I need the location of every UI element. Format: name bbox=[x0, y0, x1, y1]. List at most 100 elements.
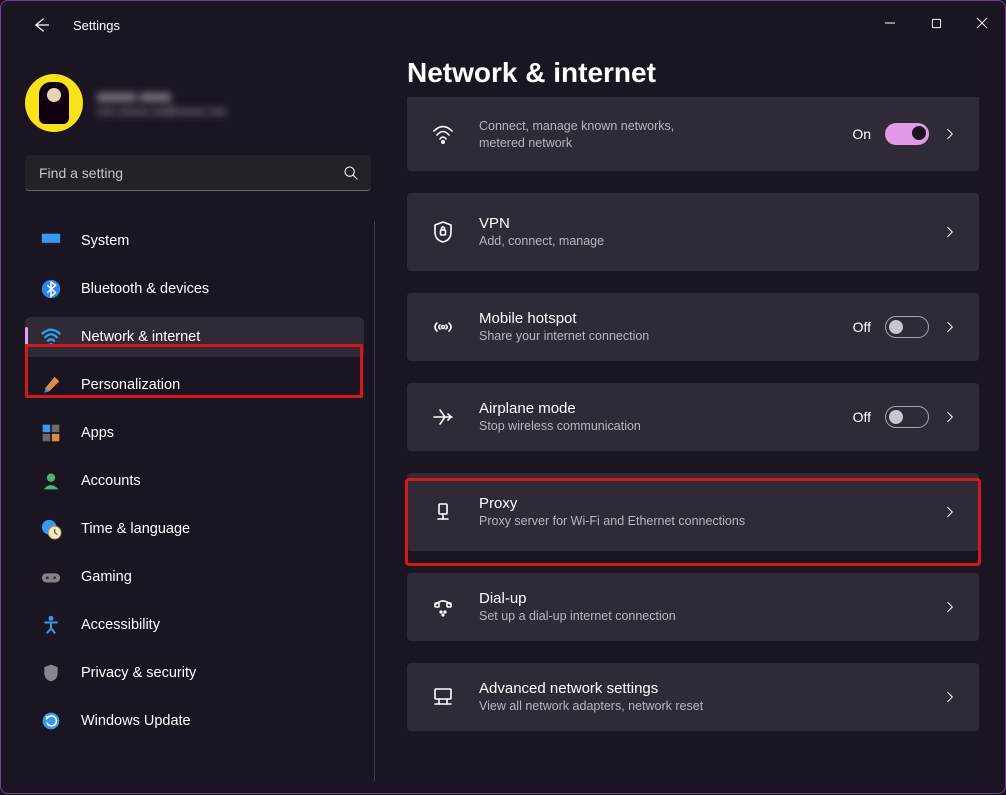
card-advanced-network[interactable]: Advanced network settings View all netwo… bbox=[407, 663, 979, 731]
left-pane: xxxxx xxxx xxx.xxxxx.xx@xxxxx.xxx System… bbox=[1, 61, 389, 795]
shield-lock-icon bbox=[427, 220, 459, 244]
card-sub: View all network adapters, network reset bbox=[479, 698, 939, 715]
chevron-right-icon bbox=[939, 690, 961, 704]
close-button[interactable] bbox=[959, 1, 1005, 45]
toggle-zone: Off bbox=[853, 406, 929, 428]
sidebar-item-accounts[interactable]: Accounts bbox=[25, 461, 364, 501]
profile-block[interactable]: xxxxx xxxx xxx.xxxxx.xx@xxxxx.xxx bbox=[25, 69, 375, 137]
sidebar-item-label: Apps bbox=[81, 425, 114, 441]
cards-list: Connect, manage known networks, metered … bbox=[407, 97, 979, 731]
card-dial-up[interactable]: Dial-up Set up a dial-up internet connec… bbox=[407, 573, 979, 641]
card-title: Airplane mode bbox=[479, 400, 853, 417]
back-button[interactable] bbox=[25, 9, 57, 41]
person-icon bbox=[39, 469, 63, 493]
chevron-right-icon bbox=[939, 410, 961, 424]
app-title: Settings bbox=[73, 18, 120, 33]
phone-icon bbox=[427, 595, 459, 619]
card-sub: Share your internet connection bbox=[479, 328, 853, 345]
card-sub: Set up a dial-up internet connection bbox=[479, 608, 939, 625]
card-mobile-hotspot[interactable]: Mobile hotspot Share your internet conne… bbox=[407, 293, 979, 361]
sidebar-item-label: Network & internet bbox=[81, 329, 200, 345]
card-title: Mobile hotspot bbox=[479, 310, 853, 327]
sidebar-item-label: Accessibility bbox=[81, 617, 160, 633]
search-icon bbox=[343, 165, 359, 181]
profile-name: xxxxx xxxx bbox=[97, 88, 227, 104]
card-proxy[interactable]: Proxy Proxy server for Wi-Fi and Etherne… bbox=[407, 473, 979, 551]
title-bar: Settings bbox=[1, 1, 1005, 49]
sidebar-item-personalization[interactable]: Personalization bbox=[25, 365, 364, 405]
sidebar-item-system[interactable]: System bbox=[25, 221, 364, 261]
monitor-icon bbox=[39, 229, 63, 253]
sidebar-item-label: Accounts bbox=[81, 473, 141, 489]
sidebar-item-label: Gaming bbox=[81, 569, 132, 585]
toggle-label: Off bbox=[853, 319, 871, 335]
card-text: Proxy Proxy server for Wi-Fi and Etherne… bbox=[479, 495, 939, 530]
window-controls bbox=[867, 1, 1005, 45]
card-sub: Add, connect, manage bbox=[479, 233, 939, 250]
card-title: VPN bbox=[479, 215, 939, 232]
card-text: Connect, manage known networks, metered … bbox=[479, 117, 852, 152]
profile-text: xxxxx xxxx xxx.xxxxx.xx@xxxxx.xxx bbox=[97, 88, 227, 118]
sidebar-item-time-language[interactable]: Time & language bbox=[25, 509, 364, 549]
card-title: Advanced network settings bbox=[479, 680, 939, 697]
card-text: Mobile hotspot Share your internet conne… bbox=[479, 310, 853, 345]
card-text: VPN Add, connect, manage bbox=[479, 215, 939, 250]
arrow-left-icon bbox=[32, 16, 50, 34]
card-text: Airplane mode Stop wireless communicatio… bbox=[479, 400, 853, 435]
wifi-icon bbox=[427, 122, 459, 146]
sidebar-item-label: Windows Update bbox=[81, 713, 191, 729]
brush-icon bbox=[39, 373, 63, 397]
minimize-button[interactable] bbox=[867, 1, 913, 45]
wifi-icon bbox=[39, 325, 63, 349]
sidebar-item-network[interactable]: Network & internet bbox=[25, 317, 364, 357]
chevron-right-icon bbox=[939, 600, 961, 614]
card-text: Dial-up Set up a dial-up internet connec… bbox=[479, 590, 939, 625]
toggle-label: Off bbox=[853, 409, 871, 425]
wifi-toggle[interactable] bbox=[885, 123, 929, 145]
profile-email: xxx.xxxxx.xx@xxxxx.xxx bbox=[97, 104, 227, 118]
card-title: Proxy bbox=[479, 495, 939, 512]
card-sub: Connect, manage known networks, metered … bbox=[479, 118, 689, 152]
card-sub: Stop wireless communication bbox=[479, 418, 853, 435]
sidebar-nav: System Bluetooth & devices Network & int… bbox=[25, 221, 375, 781]
sidebar-item-accessibility[interactable]: Accessibility bbox=[25, 605, 364, 645]
hotspot-toggle[interactable] bbox=[885, 316, 929, 338]
search-box[interactable] bbox=[25, 155, 371, 191]
shield-icon bbox=[39, 661, 63, 685]
update-icon bbox=[39, 709, 63, 733]
airplane-toggle[interactable] bbox=[885, 406, 929, 428]
sidebar-item-bluetooth[interactable]: Bluetooth & devices bbox=[25, 269, 364, 309]
bluetooth-icon bbox=[39, 277, 63, 301]
chevron-right-icon bbox=[939, 225, 961, 239]
chevron-right-icon bbox=[939, 320, 961, 334]
sidebar-item-label: Bluetooth & devices bbox=[81, 281, 209, 297]
search-input[interactable] bbox=[37, 164, 343, 182]
sidebar-item-privacy[interactable]: Privacy & security bbox=[25, 653, 364, 693]
card-wifi[interactable]: Connect, manage known networks, metered … bbox=[407, 97, 979, 171]
accessibility-icon bbox=[39, 613, 63, 637]
card-sub: Proxy server for Wi-Fi and Ethernet conn… bbox=[479, 513, 939, 530]
maximize-button[interactable] bbox=[913, 1, 959, 45]
sidebar-item-windows-update[interactable]: Windows Update bbox=[25, 701, 364, 741]
avatar bbox=[25, 74, 83, 132]
chevron-right-icon bbox=[939, 127, 961, 141]
main-content: Network & internet Connect, manage known… bbox=[407, 57, 987, 731]
clock-globe-icon bbox=[39, 517, 63, 541]
card-airplane-mode[interactable]: Airplane mode Stop wireless communicatio… bbox=[407, 383, 979, 451]
card-title: Dial-up bbox=[479, 590, 939, 607]
sidebar-item-label: Privacy & security bbox=[81, 665, 196, 681]
sidebar-item-label: Time & language bbox=[81, 521, 190, 537]
card-text: Advanced network settings View all netwo… bbox=[479, 680, 939, 715]
page-title: Network & internet bbox=[407, 57, 987, 89]
card-vpn[interactable]: VPN Add, connect, manage bbox=[407, 193, 979, 271]
airplane-icon bbox=[427, 405, 459, 429]
proxy-icon bbox=[427, 500, 459, 524]
hotspot-icon bbox=[427, 315, 459, 339]
apps-icon bbox=[39, 421, 63, 445]
network-adapter-icon bbox=[427, 685, 459, 709]
sidebar-item-label: System bbox=[81, 233, 129, 249]
sidebar-item-label: Personalization bbox=[81, 377, 180, 393]
sidebar-item-gaming[interactable]: Gaming bbox=[25, 557, 364, 597]
sidebar-item-apps[interactable]: Apps bbox=[25, 413, 364, 453]
toggle-zone: On bbox=[852, 123, 929, 145]
